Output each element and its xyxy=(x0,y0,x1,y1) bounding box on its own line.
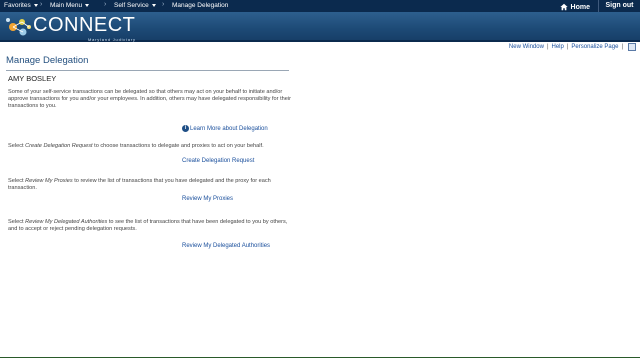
nav-separator: › xyxy=(162,1,165,8)
learn-more-link[interactable]: i Learn More about Delegation xyxy=(182,125,268,132)
main-menu-label: Main Menu xyxy=(50,2,83,9)
sign-out-link[interactable]: Sign out xyxy=(598,0,640,12)
breadcrumb-current[interactable]: Manage Delegation xyxy=(172,2,228,9)
intro-text: Some of your self-service transactions c… xyxy=(8,89,291,109)
home-label: Home xyxy=(570,3,590,11)
divider: | xyxy=(621,44,623,50)
header-banner: CONNECT Maryland Judiciary xyxy=(0,12,640,42)
instruction-emphasis: Review My Delegated Authorities xyxy=(25,219,108,225)
footer-divider xyxy=(0,357,640,358)
self-service-label: Self Service xyxy=(114,2,149,9)
page-title: Manage Delegation xyxy=(6,55,89,66)
main-menu[interactable]: Main Menu xyxy=(50,2,90,9)
personalize-page-link[interactable]: Personalize Page xyxy=(571,44,618,50)
logo-wordmark: CONNECT xyxy=(33,14,136,36)
review-my-proxies-link[interactable]: Review My Proxies xyxy=(182,196,233,202)
instruction-text: Select xyxy=(8,219,26,225)
nav-separator: › xyxy=(104,1,107,8)
chevron-down-icon xyxy=(33,3,38,7)
review-delegated-authorities-link[interactable]: Review My Delegated Authorities xyxy=(182,243,270,249)
divider: | xyxy=(546,44,549,50)
self-service-menu[interactable]: Self Service xyxy=(114,2,156,9)
chevron-down-icon xyxy=(151,3,156,7)
instruction-text: Select xyxy=(8,143,26,149)
instruction-text: Select xyxy=(8,178,26,184)
create-delegation-request-link[interactable]: Create Delegation Request xyxy=(182,158,254,164)
title-divider xyxy=(6,70,289,71)
divider: | xyxy=(566,44,569,50)
authorities-instructions: Select Review My Delegated Authorities t… xyxy=(8,219,298,233)
top-nav-bar: Favorites › Main Menu › Self Service › M… xyxy=(0,0,640,12)
instruction-emphasis: Review My Proxies xyxy=(25,178,73,184)
home-icon xyxy=(559,3,568,11)
employee-name: AMY BOSLEY xyxy=(8,74,57,83)
create-instructions: Select Create Delegation Request to choo… xyxy=(8,143,298,150)
logo-icon xyxy=(6,18,31,36)
home-link[interactable]: Home xyxy=(559,0,590,12)
customize-page-icon[interactable] xyxy=(628,43,636,51)
chevron-down-icon xyxy=(85,3,90,7)
proxies-instructions: Select Review My Proxies to review the l… xyxy=(8,178,298,192)
instruction-text: to choose transactions to delegate and p… xyxy=(92,143,264,149)
favorites-label: Favorites xyxy=(4,2,31,9)
favorites-menu[interactable]: Favorites xyxy=(4,2,38,9)
nav-separator: › xyxy=(40,1,43,8)
help-link[interactable]: Help xyxy=(552,44,564,50)
logo-subtitle: Maryland Judiciary xyxy=(88,37,136,42)
learn-more-label: Learn More about Delegation xyxy=(190,126,268,133)
page-utility-links: New Window | Help | Personalize Page | xyxy=(509,42,636,52)
instruction-emphasis: Create Delegation Request xyxy=(25,143,93,149)
new-window-link[interactable]: New Window xyxy=(509,44,544,50)
info-icon: i xyxy=(182,125,189,132)
